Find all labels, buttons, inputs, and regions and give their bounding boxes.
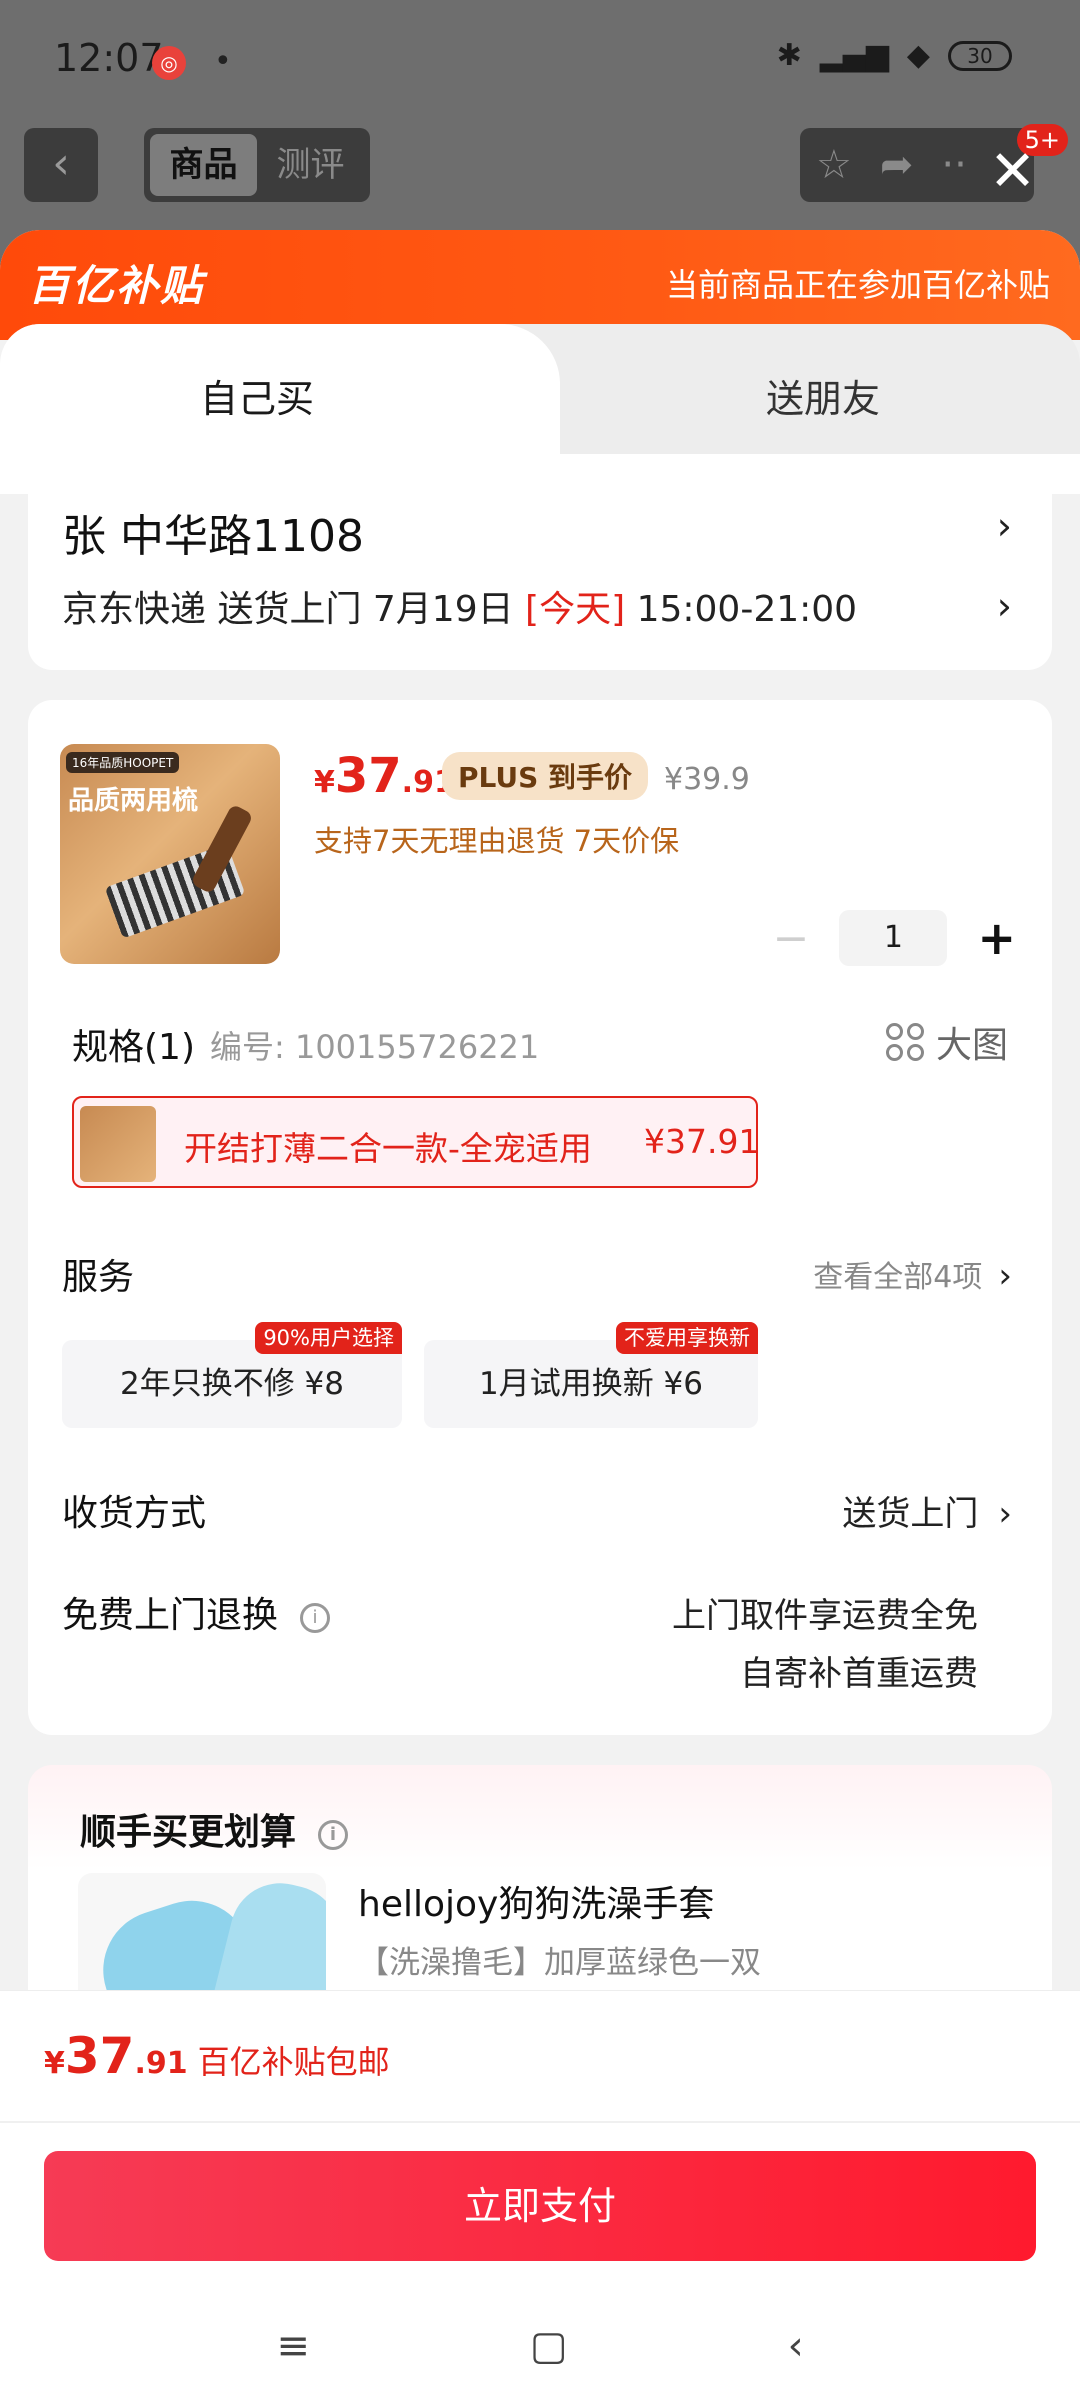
back-button[interactable]: ‹ [24, 128, 98, 202]
original-price: ¥39.9 [664, 762, 750, 797]
service-tag: 90%用户选择 [255, 1322, 402, 1354]
top-nav: ‹ 商品 测评 ☆ ➦ ·· 5+ ✕ [0, 124, 1080, 224]
tab-gift-label: 送朋友 [766, 377, 881, 421]
return-line-2: 自寄补首重运费 [740, 1654, 978, 1694]
bluetooth-icon: ✱ [776, 38, 802, 73]
chevron-right-icon: › [998, 1494, 1012, 1534]
service-option[interactable]: 2年只换不修 ¥8 90%用户选择 [62, 1322, 402, 1428]
more-icon[interactable]: ·· [941, 142, 966, 188]
service-tag: 不爱用享换新 [616, 1322, 758, 1354]
chevron-right-icon: › [998, 1256, 1012, 1296]
spec-option-price: ¥37.91 [644, 1122, 760, 1161]
system-nav-bar: ≡ ▢ ‹ [0, 2291, 1080, 2400]
product-card: 16年品质HOOPET 品质两用梳 ¥37.91 PLUS 到手价 ¥39.9 … [28, 700, 1052, 1735]
status-icons: ✱ ▂▄▆ ◆ 30 [777, 38, 1012, 73]
purchase-tabs: 自己买 送朋友 [0, 324, 1080, 494]
address-chevron-icon: › [996, 504, 1012, 548]
pay-now-button[interactable]: 立即支付 [44, 2151, 1036, 2261]
back-icon[interactable]: ‹ [788, 2323, 804, 2369]
shipping-info: 京东快递 送货上门 7月19日 [今天] 15:00-21:00 [62, 580, 857, 632]
share-icon[interactable]: ➦ [880, 142, 914, 188]
delivery-method-value[interactable]: 送货上门 › [842, 1486, 1012, 1535]
plus-price-tag: PLUS 到手价 [442, 752, 649, 800]
product-perks: 支持7天无理由退货 7天价保 [314, 824, 680, 858]
spec-thumbnail [80, 1106, 156, 1182]
price-currency: ¥ [314, 765, 335, 800]
addon-title-text: 顺手买更划算 [80, 1812, 297, 1853]
shipping-prefix: 京东快递 送货上门 7月19日 [62, 589, 526, 630]
big-picture-label: 大图 [935, 1025, 1008, 1066]
tab-product[interactable]: 商品 [150, 134, 257, 196]
divider [0, 2121, 1080, 2123]
spec-title: 规格(1) [72, 1027, 195, 1068]
thumb-brand: 16年品质HOOPET [66, 752, 180, 773]
spec-option-selected[interactable]: 开结打薄二合一款-全宠适用 ¥37.91 [72, 1096, 760, 1188]
checkout-sheet: 百亿补贴 当前商品正在参加百亿补贴 自己买 送朋友 张 中华路1108 › 京东… [0, 230, 1080, 2400]
addon-description: 【洗澡撸毛】加厚蓝绿色一双 [358, 1945, 761, 1981]
grid-icon [885, 1023, 924, 1061]
free-return-label: 免费上门退换 i [62, 1586, 331, 1638]
star-icon[interactable]: ☆ [816, 142, 852, 188]
product-price: ¥37.91 [314, 748, 455, 804]
free-return-text: 免费上门退换 [62, 1595, 279, 1636]
spec-id: 编号: 100155726221 [210, 1028, 540, 1066]
shipping-time: 15:00-21:00 [625, 589, 858, 630]
service-option[interactable]: 1月试用换新 ¥6 不爱用享换新 [424, 1322, 758, 1428]
total-currency: ¥ [44, 2046, 65, 2081]
app-notification-icon: ◎ [152, 46, 186, 80]
addon-name[interactable]: hellojoy狗狗洗澡手套 [358, 1875, 714, 1927]
total-note: 百亿补贴包邮 [197, 2043, 390, 2081]
close-icon[interactable]: ✕ [989, 144, 1036, 200]
status-time: 12:07 [54, 36, 164, 80]
tab-review[interactable]: 测评 [257, 134, 364, 196]
info-icon[interactable]: i [300, 1603, 331, 1633]
quantity-input[interactable]: 1 [839, 910, 948, 966]
shipping-today: [今天] [525, 589, 626, 630]
signal-icon: ▂▄▆ [819, 38, 889, 73]
battery-icon: 30 [948, 40, 1012, 71]
total-integer: 37 [64, 2027, 135, 2085]
product-thumbnail[interactable]: 16年品质HOOPET 品质两用梳 [60, 744, 280, 964]
services-view-all-label: 查看全部4项 [813, 1260, 983, 1295]
subsidy-logo: 百亿补贴 [28, 261, 205, 310]
price-integer: 37 [334, 748, 402, 804]
service-label: 2年只换不修 ¥8 [119, 1366, 345, 1402]
checkout-bar: ¥37.91 百亿补贴包邮 立即支付 ≡ ▢ ‹ [0, 1990, 1080, 2400]
spec-option-label: 开结打薄二合一款-全宠适用 [184, 1129, 592, 1168]
thumb-title: 品质两用梳 [68, 786, 199, 816]
address-name: 张 中华路1108 [62, 511, 364, 562]
info-icon[interactable]: i [318, 1820, 349, 1850]
services-view-all[interactable]: 查看全部4项 › [813, 1252, 1012, 1296]
service-label: 1月试用换新 ¥6 [478, 1366, 704, 1402]
big-picture-button[interactable]: 大图 [885, 1016, 1008, 1068]
quantity-stepper: − 1 + [773, 910, 1016, 966]
menu-icon[interactable]: ≡ [276, 2323, 310, 2369]
addon-title: 顺手买更划算 i [80, 1803, 349, 1855]
total-price: ¥37.91 百亿补贴包邮 [44, 2027, 390, 2085]
delivery-method-label: 收货方式 [62, 1493, 207, 1534]
shipping-chevron-icon[interactable]: › [997, 584, 1012, 628]
status-dot: • [214, 44, 232, 79]
wifi-icon: ◆ [906, 38, 930, 73]
subsidy-text: 当前商品正在参加百亿补贴 [665, 266, 1050, 304]
return-line-1: 上门取件享运费全免 [672, 1596, 978, 1636]
increase-button[interactable]: + [977, 911, 1016, 965]
tab-self-label: 自己买 [200, 377, 315, 421]
delivery-method-text: 送货上门 [842, 1494, 979, 1534]
view-switcher: 商品 测评 [144, 128, 370, 202]
total-decimal: .91 [134, 2046, 188, 2081]
address-card[interactable]: 张 中华路1108 › 京东快递 送货上门 7月19日 [今天] 15:00-2… [28, 470, 1052, 670]
home-icon[interactable]: ▢ [530, 2323, 568, 2369]
status-bar: 12:07 ◎ • ✱ ▂▄▆ ◆ 30 [0, 0, 1080, 124]
decrease-button[interactable]: − [773, 913, 810, 964]
services-title: 服务 [62, 1257, 135, 1298]
